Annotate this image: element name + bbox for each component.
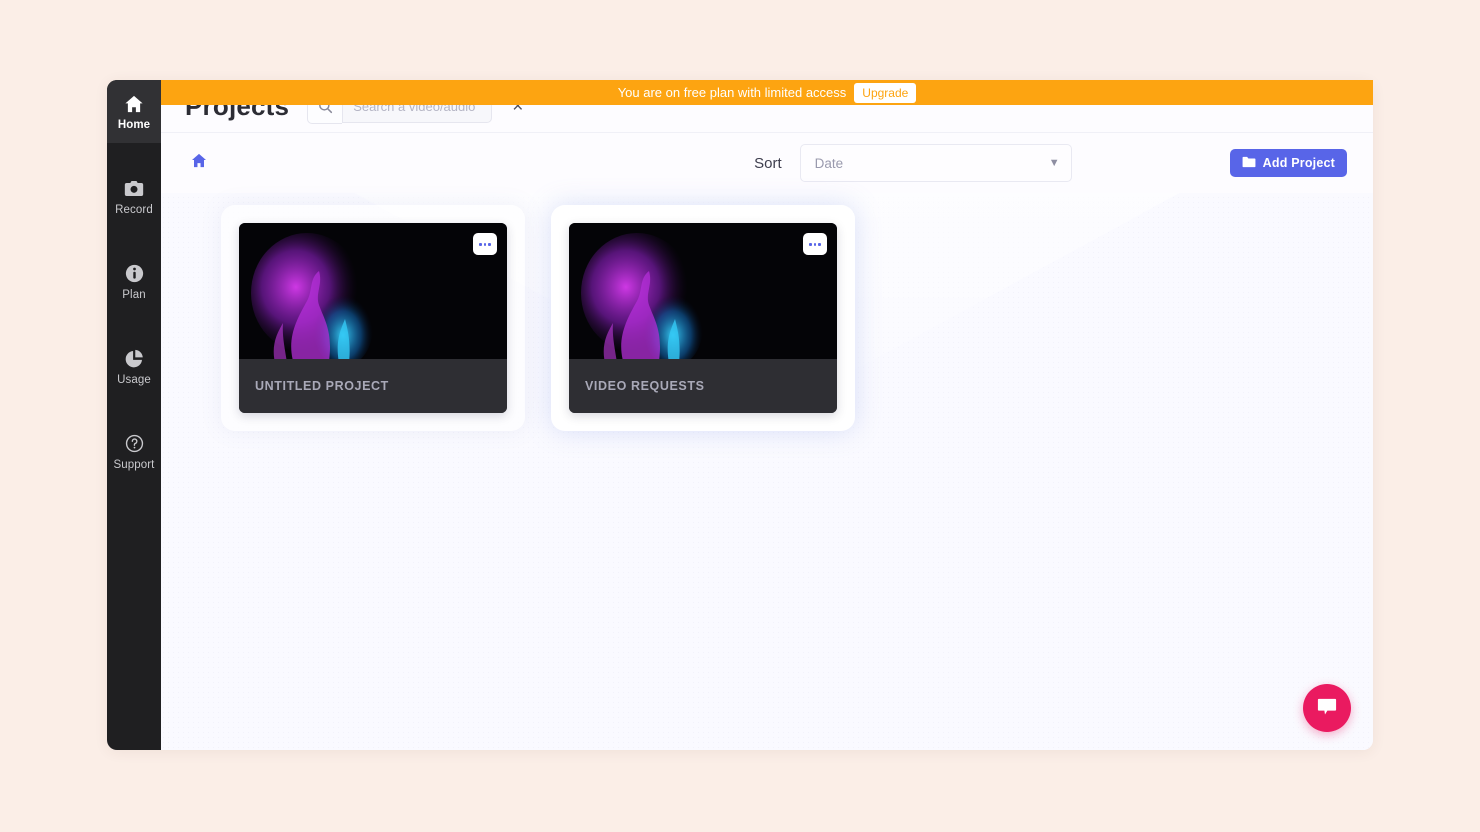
project-name: VIDEO REQUESTS bbox=[569, 359, 837, 413]
free-plan-banner: You are on free plan with limited access… bbox=[161, 80, 1373, 105]
project-menu-button[interactable] bbox=[803, 233, 827, 255]
sidebar-item-support[interactable]: Support bbox=[107, 420, 161, 483]
sidebar-item-plan[interactable]: Plan bbox=[107, 250, 161, 313]
project-card[interactable]: UNTITLED PROJECT bbox=[239, 223, 507, 413]
breadcrumb[interactable] bbox=[191, 153, 207, 173]
sort-label: Sort bbox=[754, 154, 782, 172]
project-thumbnail bbox=[569, 223, 837, 359]
add-project-button[interactable]: Add Project bbox=[1229, 149, 1347, 177]
sidebar-item-label: Home bbox=[117, 118, 151, 131]
project-card[interactable]: VIDEO REQUESTS bbox=[569, 223, 837, 413]
toolbar: Sort Date ▼ Add Project bbox=[161, 132, 1373, 193]
project-thumbnail bbox=[239, 223, 507, 359]
sidebar-item-record[interactable]: Record bbox=[107, 165, 161, 228]
add-project-label: Add Project bbox=[1262, 156, 1335, 170]
chat-launcher-button[interactable] bbox=[1303, 684, 1351, 732]
dot bbox=[809, 242, 812, 246]
dot bbox=[488, 242, 492, 246]
dot bbox=[479, 242, 482, 246]
upgrade-button[interactable]: Upgrade bbox=[854, 82, 917, 103]
sidebar-item-home[interactable]: Home bbox=[107, 80, 161, 143]
chat-bubble-icon bbox=[1316, 697, 1338, 720]
dot bbox=[818, 242, 822, 246]
project-card-wrapper: VIDEO REQUESTS bbox=[551, 205, 855, 431]
dot bbox=[813, 242, 817, 246]
sort-select[interactable]: Date bbox=[799, 144, 1072, 182]
folder-icon bbox=[1242, 156, 1256, 171]
home-icon bbox=[124, 93, 144, 115]
sidebar-item-label: Record bbox=[115, 203, 153, 216]
sort-select-wrapper: Date ▼ bbox=[799, 144, 1072, 182]
home-icon bbox=[191, 153, 207, 173]
banner-message: You are on free plan with limited access bbox=[617, 85, 847, 100]
pie-chart-icon bbox=[124, 348, 144, 370]
project-grid: UNTITLED PROJECT VIDEO REQUESTS bbox=[161, 193, 1373, 431]
toolbar-controls: Sort Date ▼ Add Project bbox=[754, 144, 1347, 182]
main-content: Projects × bbox=[161, 80, 1373, 750]
info-icon bbox=[125, 263, 144, 285]
dot bbox=[483, 242, 487, 246]
sidebar-item-label: Usage bbox=[117, 373, 151, 386]
app-window: Home Record Plan Usage Support Projects … bbox=[107, 80, 1373, 750]
sidebar-item-label: Plan bbox=[122, 288, 146, 301]
thumbnail-artwork bbox=[581, 233, 703, 359]
sidebar: Home Record Plan Usage Support bbox=[107, 80, 161, 750]
sidebar-item-label: Support bbox=[113, 458, 155, 471]
project-menu-button[interactable] bbox=[473, 233, 497, 255]
project-card-wrapper: UNTITLED PROJECT bbox=[221, 205, 525, 431]
project-name: UNTITLED PROJECT bbox=[239, 359, 507, 413]
help-icon bbox=[125, 433, 144, 455]
sidebar-item-usage[interactable]: Usage bbox=[107, 335, 161, 398]
camera-icon bbox=[124, 178, 144, 200]
thumbnail-artwork bbox=[251, 233, 373, 359]
